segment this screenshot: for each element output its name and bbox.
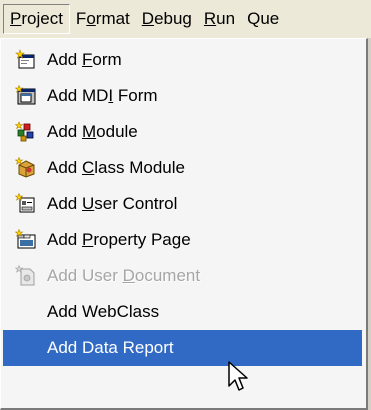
menu-item-add-webclass-label: Add WebClass bbox=[47, 302, 160, 321]
menu-item-add-property-page[interactable]: Add Property Page bbox=[3, 222, 362, 258]
menu-item-add-user-document-label: Add User Document bbox=[47, 266, 201, 285]
menu-format-suffix: rmat bbox=[95, 9, 130, 28]
user-control-icon bbox=[5, 186, 47, 222]
menu-format-accel: o bbox=[86, 9, 96, 28]
menu-debug[interactable]: Debug bbox=[136, 4, 198, 34]
menu-project-accel: P bbox=[10, 9, 22, 28]
menu-run-accel: R bbox=[203, 9, 217, 28]
menu-item-add-webclass[interactable]: Add WebClass bbox=[3, 294, 362, 330]
menu-project[interactable]: Project bbox=[3, 4, 70, 34]
menu-format[interactable]: Format bbox=[70, 4, 136, 34]
menu-item-add-data-report[interactable]: Add Data Report bbox=[3, 330, 362, 366]
menu-item-add-form[interactable]: Add Form bbox=[3, 42, 362, 78]
mouse-cursor-icon bbox=[228, 361, 254, 395]
form-icon bbox=[5, 42, 47, 78]
module-icon bbox=[5, 114, 47, 150]
class-module-icon bbox=[5, 150, 47, 186]
menu-item-add-module[interactable]: Add Module bbox=[3, 114, 362, 150]
mdi-form-icon bbox=[5, 78, 47, 114]
menu-item-add-mdi-form[interactable]: Add MDI Form bbox=[3, 78, 362, 114]
menu-item-add-data-report-label: Add Data Report bbox=[47, 338, 174, 357]
menu-debug-suffix: ebug bbox=[154, 9, 192, 28]
menu-bar: Project Format Debug Run Que bbox=[0, 0, 371, 39]
menu-item-add-class-module-label: Add Class Module bbox=[47, 158, 185, 177]
menu-query-prefix: Qu bbox=[247, 9, 270, 28]
menu-run[interactable]: Run bbox=[198, 4, 241, 34]
menu-debug-accel: D bbox=[141, 9, 155, 28]
menu-run-suffix: un bbox=[216, 9, 236, 28]
menu-item-add-user-document: Add User Document bbox=[3, 258, 362, 294]
empty-icon-slot bbox=[5, 294, 47, 330]
empty-icon-slot bbox=[5, 330, 47, 366]
project-dropdown-menu: Add Form Add MDI Form Add Module Add Cla… bbox=[0, 38, 368, 410]
user-document-icon bbox=[5, 258, 47, 294]
menu-format-prefix: F bbox=[75, 9, 87, 28]
menu-query[interactable]: Que bbox=[241, 4, 285, 34]
menu-item-add-module-label: Add Module bbox=[47, 122, 138, 141]
menu-item-add-user-control[interactable]: Add User Control bbox=[3, 186, 362, 222]
menu-project-suffix: roject bbox=[21, 9, 63, 28]
menu-item-add-mdi-form-label: Add MDI Form bbox=[47, 86, 158, 105]
menu-item-add-property-page-label: Add Property Page bbox=[47, 230, 191, 249]
menu-item-add-form-label: Add Form bbox=[47, 50, 122, 69]
menu-item-add-user-control-label: Add User Control bbox=[47, 194, 178, 213]
menu-query-suffix: e bbox=[269, 9, 280, 28]
menu-item-add-class-module[interactable]: Add Class Module bbox=[3, 150, 362, 186]
property-page-icon bbox=[5, 222, 47, 258]
